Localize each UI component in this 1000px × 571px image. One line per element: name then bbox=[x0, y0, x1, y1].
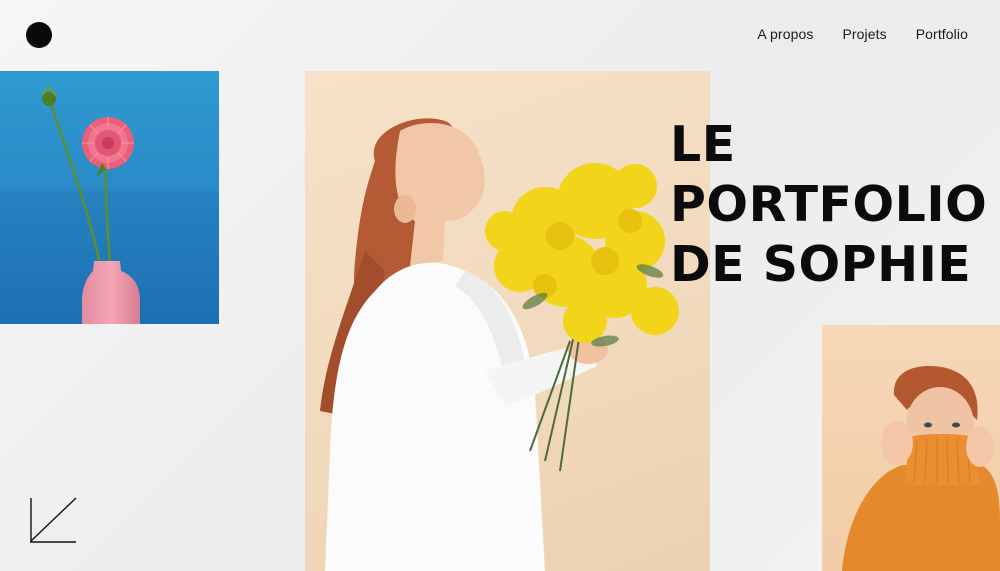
flower-illustration bbox=[0, 85, 219, 324]
nav-item-projets[interactable]: Projets bbox=[842, 26, 886, 42]
logo-dot-icon[interactable] bbox=[26, 22, 52, 48]
nav-item-a-propos[interactable]: A propos bbox=[757, 26, 813, 42]
flower-image[interactable] bbox=[0, 71, 219, 324]
main-nav: A propos Projets Portfolio bbox=[757, 26, 968, 42]
secondary-portrait-image[interactable] bbox=[822, 325, 1000, 571]
title-line: PORTFOLIO bbox=[670, 176, 988, 233]
title-line: DE SOPHIE bbox=[670, 236, 972, 293]
arrow-down-left-icon[interactable] bbox=[28, 496, 78, 544]
main-portrait-image[interactable] bbox=[305, 71, 710, 571]
title-line: LE bbox=[670, 116, 736, 173]
woman-with-mimosa-illustration bbox=[320, 118, 679, 571]
nav-item-portfolio[interactable]: Portfolio bbox=[916, 26, 968, 42]
page-title: LE PORTFOLIO DE SOPHIE bbox=[670, 115, 987, 295]
woman-orange-sweater-illustration bbox=[842, 365, 1000, 571]
